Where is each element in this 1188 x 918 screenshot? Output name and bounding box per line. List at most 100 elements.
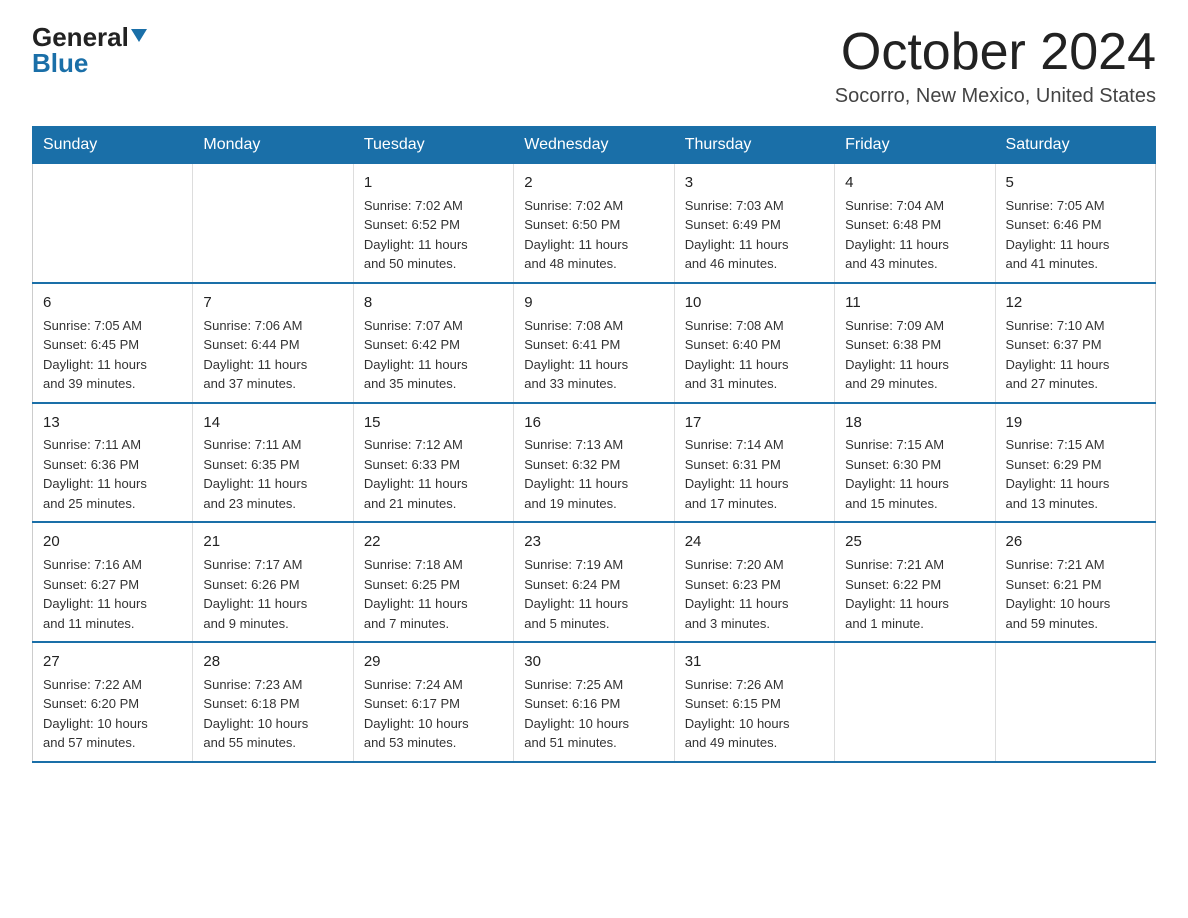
day-number: 27 [43,651,182,673]
header-day-thursday: Thursday [674,127,834,164]
week-row-5: 27Sunrise: 7:22 AM Sunset: 6:20 PM Dayli… [33,642,1156,762]
day-number: 24 [685,531,824,553]
day-number: 11 [845,292,984,314]
calendar-cell: 23Sunrise: 7:19 AM Sunset: 6:24 PM Dayli… [514,522,674,642]
day-number: 21 [203,531,342,553]
day-number: 3 [685,172,824,194]
month-title: October 2024 [835,24,1156,81]
day-info: Sunrise: 7:15 AM Sunset: 6:30 PM Dayligh… [845,435,984,513]
header-day-tuesday: Tuesday [353,127,513,164]
day-info: Sunrise: 7:16 AM Sunset: 6:27 PM Dayligh… [43,555,182,633]
day-info: Sunrise: 7:09 AM Sunset: 6:38 PM Dayligh… [845,316,984,394]
day-info: Sunrise: 7:02 AM Sunset: 6:52 PM Dayligh… [364,196,503,274]
day-number: 26 [1006,531,1145,553]
day-info: Sunrise: 7:18 AM Sunset: 6:25 PM Dayligh… [364,555,503,633]
day-number: 17 [685,412,824,434]
calendar-header: SundayMondayTuesdayWednesdayThursdayFrid… [33,127,1156,164]
calendar-cell [995,642,1155,762]
calendar-cell: 29Sunrise: 7:24 AM Sunset: 6:17 PM Dayli… [353,642,513,762]
day-number: 9 [524,292,663,314]
calendar-cell: 27Sunrise: 7:22 AM Sunset: 6:20 PM Dayli… [33,642,193,762]
calendar-cell: 1Sunrise: 7:02 AM Sunset: 6:52 PM Daylig… [353,164,513,283]
calendar-cell: 21Sunrise: 7:17 AM Sunset: 6:26 PM Dayli… [193,522,353,642]
day-info: Sunrise: 7:04 AM Sunset: 6:48 PM Dayligh… [845,196,984,274]
day-number: 19 [1006,412,1145,434]
calendar-cell: 28Sunrise: 7:23 AM Sunset: 6:18 PM Dayli… [193,642,353,762]
calendar-cell: 13Sunrise: 7:11 AM Sunset: 6:36 PM Dayli… [33,403,193,523]
day-number: 6 [43,292,182,314]
day-number: 28 [203,651,342,673]
day-number: 8 [364,292,503,314]
calendar-cell: 9Sunrise: 7:08 AM Sunset: 6:41 PM Daylig… [514,283,674,403]
day-info: Sunrise: 7:23 AM Sunset: 6:18 PM Dayligh… [203,675,342,753]
day-number: 4 [845,172,984,194]
week-row-4: 20Sunrise: 7:16 AM Sunset: 6:27 PM Dayli… [33,522,1156,642]
day-info: Sunrise: 7:05 AM Sunset: 6:45 PM Dayligh… [43,316,182,394]
day-number: 13 [43,412,182,434]
day-number: 5 [1006,172,1145,194]
day-info: Sunrise: 7:08 AM Sunset: 6:40 PM Dayligh… [685,316,824,394]
day-info: Sunrise: 7:20 AM Sunset: 6:23 PM Dayligh… [685,555,824,633]
day-info: Sunrise: 7:10 AM Sunset: 6:37 PM Dayligh… [1006,316,1145,394]
day-info: Sunrise: 7:02 AM Sunset: 6:50 PM Dayligh… [524,196,663,274]
calendar-cell [835,642,995,762]
day-info: Sunrise: 7:11 AM Sunset: 6:35 PM Dayligh… [203,435,342,513]
day-info: Sunrise: 7:08 AM Sunset: 6:41 PM Dayligh… [524,316,663,394]
calendar-table: SundayMondayTuesdayWednesdayThursdayFrid… [32,126,1156,763]
day-number: 20 [43,531,182,553]
calendar-cell [33,164,193,283]
logo-triangle-icon [131,29,147,42]
calendar-cell: 20Sunrise: 7:16 AM Sunset: 6:27 PM Dayli… [33,522,193,642]
logo-general-text: General [32,24,129,50]
day-info: Sunrise: 7:03 AM Sunset: 6:49 PM Dayligh… [685,196,824,274]
calendar-cell: 24Sunrise: 7:20 AM Sunset: 6:23 PM Dayli… [674,522,834,642]
day-info: Sunrise: 7:11 AM Sunset: 6:36 PM Dayligh… [43,435,182,513]
week-row-2: 6Sunrise: 7:05 AM Sunset: 6:45 PM Daylig… [33,283,1156,403]
day-number: 30 [524,651,663,673]
day-number: 29 [364,651,503,673]
logo-blue-text: Blue [32,50,88,76]
calendar-cell: 16Sunrise: 7:13 AM Sunset: 6:32 PM Dayli… [514,403,674,523]
week-row-1: 1Sunrise: 7:02 AM Sunset: 6:52 PM Daylig… [33,164,1156,283]
day-number: 16 [524,412,663,434]
calendar-cell: 14Sunrise: 7:11 AM Sunset: 6:35 PM Dayli… [193,403,353,523]
day-number: 1 [364,172,503,194]
day-info: Sunrise: 7:21 AM Sunset: 6:22 PM Dayligh… [845,555,984,633]
calendar-cell: 4Sunrise: 7:04 AM Sunset: 6:48 PM Daylig… [835,164,995,283]
calendar-cell: 19Sunrise: 7:15 AM Sunset: 6:29 PM Dayli… [995,403,1155,523]
header-day-monday: Monday [193,127,353,164]
week-row-3: 13Sunrise: 7:11 AM Sunset: 6:36 PM Dayli… [33,403,1156,523]
day-info: Sunrise: 7:12 AM Sunset: 6:33 PM Dayligh… [364,435,503,513]
day-number: 18 [845,412,984,434]
day-number: 10 [685,292,824,314]
day-info: Sunrise: 7:07 AM Sunset: 6:42 PM Dayligh… [364,316,503,394]
header-day-sunday: Sunday [33,127,193,164]
day-number: 22 [364,531,503,553]
day-number: 15 [364,412,503,434]
calendar-cell: 25Sunrise: 7:21 AM Sunset: 6:22 PM Dayli… [835,522,995,642]
day-info: Sunrise: 7:05 AM Sunset: 6:46 PM Dayligh… [1006,196,1145,274]
day-info: Sunrise: 7:24 AM Sunset: 6:17 PM Dayligh… [364,675,503,753]
day-info: Sunrise: 7:15 AM Sunset: 6:29 PM Dayligh… [1006,435,1145,513]
calendar-body: 1Sunrise: 7:02 AM Sunset: 6:52 PM Daylig… [33,164,1156,762]
calendar-cell: 17Sunrise: 7:14 AM Sunset: 6:31 PM Dayli… [674,403,834,523]
calendar-cell: 5Sunrise: 7:05 AM Sunset: 6:46 PM Daylig… [995,164,1155,283]
calendar-cell: 11Sunrise: 7:09 AM Sunset: 6:38 PM Dayli… [835,283,995,403]
calendar-cell: 10Sunrise: 7:08 AM Sunset: 6:40 PM Dayli… [674,283,834,403]
logo: General Blue [32,24,147,76]
day-number: 14 [203,412,342,434]
calendar-cell: 31Sunrise: 7:26 AM Sunset: 6:15 PM Dayli… [674,642,834,762]
header-day-friday: Friday [835,127,995,164]
header-day-wednesday: Wednesday [514,127,674,164]
day-info: Sunrise: 7:19 AM Sunset: 6:24 PM Dayligh… [524,555,663,633]
header: General Blue October 2024 Socorro, New M… [32,24,1156,108]
calendar-cell: 8Sunrise: 7:07 AM Sunset: 6:42 PM Daylig… [353,283,513,403]
calendar-cell: 12Sunrise: 7:10 AM Sunset: 6:37 PM Dayli… [995,283,1155,403]
calendar-cell: 22Sunrise: 7:18 AM Sunset: 6:25 PM Dayli… [353,522,513,642]
day-number: 31 [685,651,824,673]
day-info: Sunrise: 7:06 AM Sunset: 6:44 PM Dayligh… [203,316,342,394]
title-area: October 2024 Socorro, New Mexico, United… [835,24,1156,108]
day-number: 23 [524,531,663,553]
day-info: Sunrise: 7:17 AM Sunset: 6:26 PM Dayligh… [203,555,342,633]
calendar-cell: 2Sunrise: 7:02 AM Sunset: 6:50 PM Daylig… [514,164,674,283]
